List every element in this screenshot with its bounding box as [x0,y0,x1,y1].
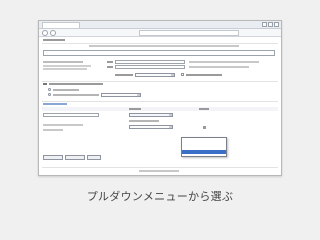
label-subtext [43,68,87,70]
url-field[interactable] [139,30,239,36]
section-heading [49,83,103,85]
divider [42,43,278,44]
slide-caption: プルダウンメニューから選ぶ [86,190,234,203]
close-icon[interactable] [274,22,279,27]
form-content [39,37,281,175]
form-button[interactable] [65,155,85,160]
option-checkbox[interactable] [181,73,184,76]
section-marker [43,83,47,85]
row-field[interactable] [43,113,99,117]
field-label [107,61,113,63]
active-select[interactable] [129,125,173,129]
divider [42,81,278,82]
list-heading [43,103,67,105]
option-select[interactable] [135,73,175,77]
inline-select[interactable] [101,93,141,97]
divider [42,101,278,102]
second-field[interactable] [115,65,185,69]
footer-text [139,170,179,172]
minimize-icon[interactable] [262,22,267,27]
column-header [199,108,209,110]
radio-label [53,94,99,96]
row-select[interactable] [129,113,173,117]
pulldown-menu[interactable] [181,137,227,157]
radio-label [53,89,79,91]
window-controls [262,22,279,27]
maximize-icon[interactable] [268,22,273,27]
section-heading [43,39,65,41]
hint-text [189,61,259,63]
field-label [107,66,113,68]
footer-divider [42,167,278,168]
address-bar [39,29,281,37]
row-note [129,120,159,122]
form-button[interactable] [87,155,101,160]
select-label [115,74,133,76]
label-subtext [43,65,91,67]
instruction-text [89,45,239,47]
column-header [129,108,141,110]
row-label [43,129,63,131]
hint-text [189,66,249,68]
radio-option-2[interactable] [48,93,51,96]
label-text [43,61,83,63]
browser-tab[interactable] [42,22,80,28]
row-label [43,124,83,126]
forward-icon[interactable] [50,30,56,36]
form-button[interactable] [43,155,63,160]
back-icon[interactable] [42,30,48,36]
checkbox-label [186,74,222,76]
browser-titlebar [39,21,281,29]
browser-screenshot [38,20,282,176]
row-action-icon[interactable] [203,126,206,129]
dropdown-option[interactable] [182,154,226,158]
text-field-top[interactable] [43,50,275,56]
name-field[interactable] [115,60,185,64]
radio-option-1[interactable] [48,88,51,91]
table-header-row [42,107,278,111]
